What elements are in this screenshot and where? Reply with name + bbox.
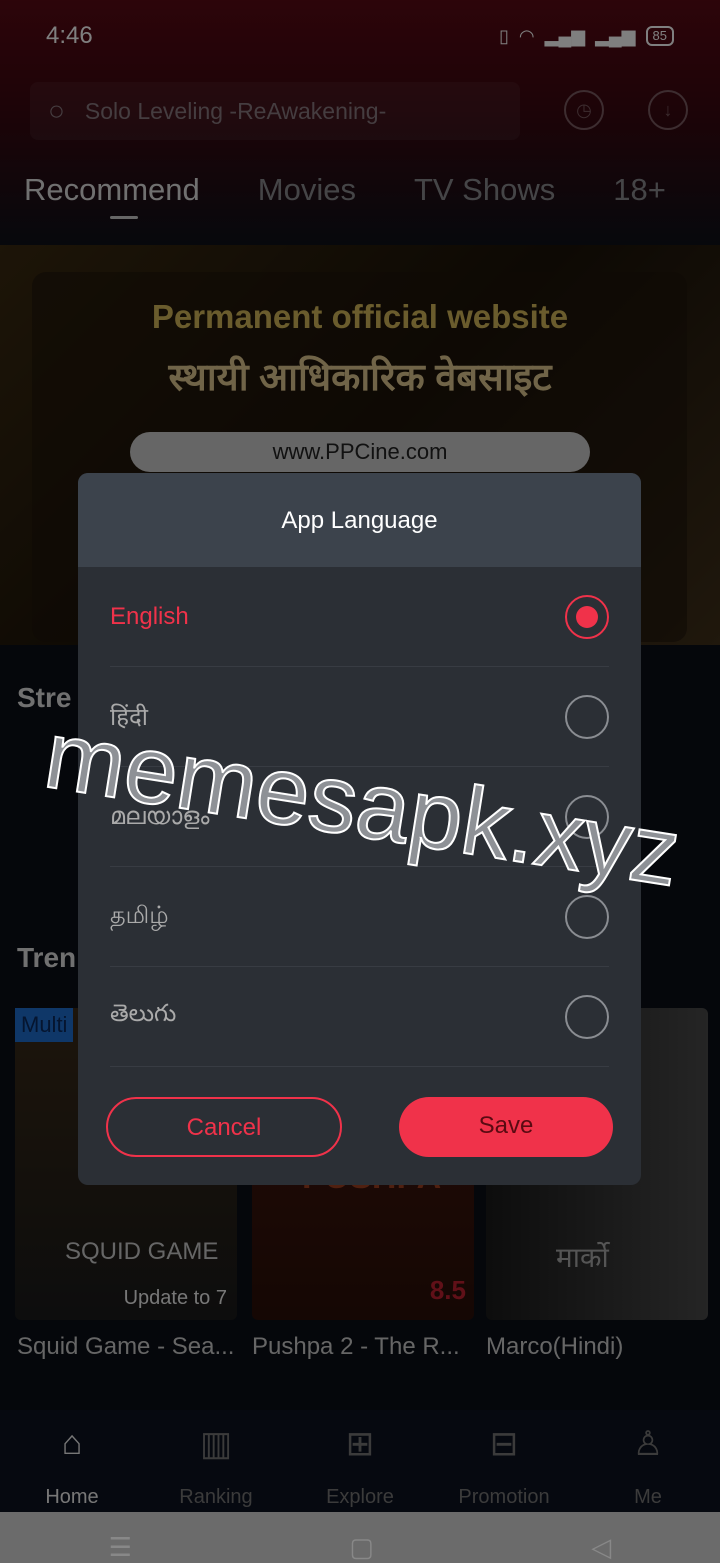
dialog-title: App Language <box>78 473 641 567</box>
language-dialog: App Language English हिंदी മലയാളം தமிழ் … <box>78 473 641 1185</box>
language-option-telugu[interactable]: తెలుగు <box>110 967 609 1067</box>
menu-icon[interactable]: ☰ <box>109 1532 132 1563</box>
back-icon[interactable]: ◁ <box>591 1532 611 1563</box>
radio[interactable] <box>565 994 609 1039</box>
language-option-english[interactable]: English <box>110 567 609 667</box>
radio[interactable] <box>565 694 609 739</box>
save-button[interactable]: Save <box>399 1097 613 1157</box>
language-option-tamil[interactable]: தமிழ் <box>110 867 609 967</box>
radio[interactable] <box>565 794 609 839</box>
system-nav-bar: ☰ ▢ ◁ <box>0 1512 720 1563</box>
radio-selected[interactable] <box>565 594 609 639</box>
home-button-icon[interactable]: ▢ <box>349 1532 374 1563</box>
cancel-button[interactable]: Cancel <box>106 1097 342 1157</box>
language-option-hindi[interactable]: हिंदी <box>110 667 609 767</box>
radio[interactable] <box>565 894 609 939</box>
language-option-malayalam[interactable]: മലയാളം <box>110 767 609 867</box>
